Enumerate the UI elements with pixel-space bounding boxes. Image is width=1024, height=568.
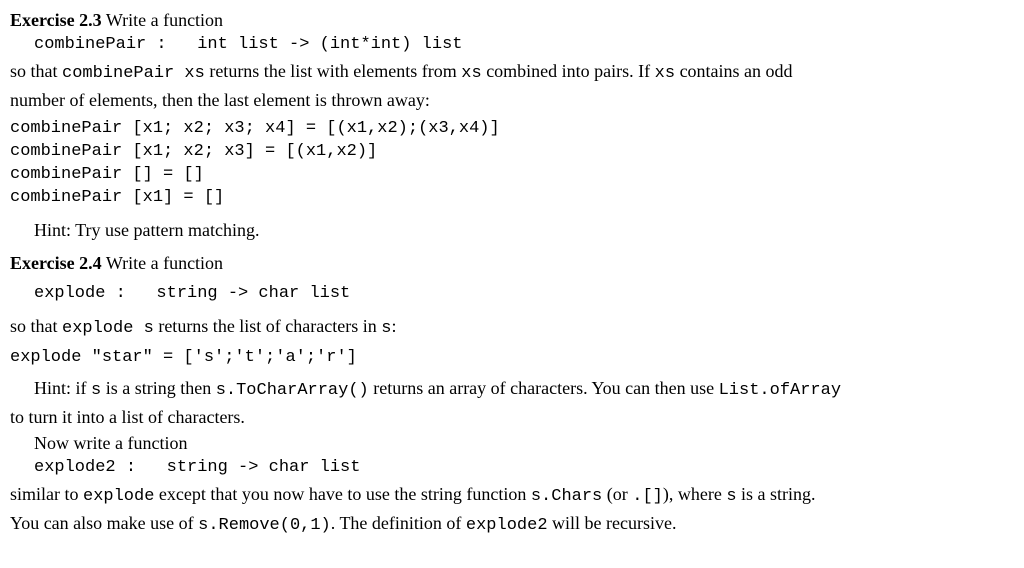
exercise-24-hint-line1: Hint: if s is a string then s.ToCharArra… [10,376,1014,403]
code-inline: xs [655,64,675,83]
text-segment: contains an odd [675,61,792,81]
text-segment: returns an array of characters. You can … [369,378,719,398]
exercise-24-tail-line2: You can also make use of s.Remove(0,1). … [10,511,1014,538]
combinepair-signature: combinePair : int list -> (int*int) list [10,34,1014,57]
text-segment: combined into pairs. If [482,61,655,81]
exercise-23-intro-line2: number of elements, then the last elemen… [10,88,1014,112]
exercise-23-heading-rest: Write a function [102,10,223,30]
exercise-24-now: Now write a function [10,431,1014,455]
code-inline: s [381,319,391,338]
text-segment: : [391,316,396,336]
code-inline: s.Chars [531,487,602,506]
code-inline: s.ToCharArray() [216,381,369,400]
exercise-24-heading: Exercise 2.4 Write a function [10,251,1014,275]
code-inline: explode2 [466,516,548,535]
text-segment: so that [10,316,62,336]
code-inline: List.ofArray [719,381,841,400]
text-segment: returns the list of characters in [154,316,381,336]
text-segment: Hint: if [34,378,91,398]
exercise-24-heading-rest: Write a function [102,253,223,273]
text-segment: except that you now have to use the stri… [154,484,530,504]
code-inline: explode s [62,319,154,338]
explode-example: explode "star" = ['s';'t';'a';'r'] [10,347,1014,370]
text-segment: (or [602,484,632,504]
combinepair-examples: combinePair [x1; x2; x3; x4] = [(x1,x2);… [10,118,1014,210]
text-segment: similar to [10,484,83,504]
text-segment: . The definition of [331,513,466,533]
text-segment: You can also make use of [10,513,198,533]
explode-signature: explode : string -> char list [10,283,1014,306]
exercise-23-label: Exercise 2.3 [10,10,102,30]
text-segment: will be recursive. [548,513,677,533]
exercise-23-heading: Exercise 2.3 Write a function [10,8,1014,32]
exercise-24-hint-line2: to turn it into a list of characters. [10,405,1014,429]
text-segment: returns the list with elements from [205,61,461,81]
code-inline: .[] [632,487,663,506]
explode2-signature: explode2 : string -> char list [10,457,1014,480]
exercise-23-hint: Hint: Try use pattern matching. [10,218,1014,242]
text-segment: ), where [663,484,726,504]
code-inline: explode [83,487,154,506]
code-inline: s.Remove(0,1) [198,516,331,535]
exercise-24-tail-line1: similar to explode except that you now h… [10,482,1014,509]
code-inline: s [91,381,101,400]
exercise-23-intro-line1: so that combinePair xs returns the list … [10,59,1014,86]
text-segment: is a string. [737,484,816,504]
exercise-24-label: Exercise 2.4 [10,253,102,273]
text-segment: so that [10,61,62,81]
text-segment: is a string then [101,378,216,398]
exercise-24-intro: so that explode s returns the list of ch… [10,314,1014,341]
code-inline: combinePair xs [62,64,205,83]
code-inline: s [726,487,736,506]
code-inline: xs [461,64,481,83]
